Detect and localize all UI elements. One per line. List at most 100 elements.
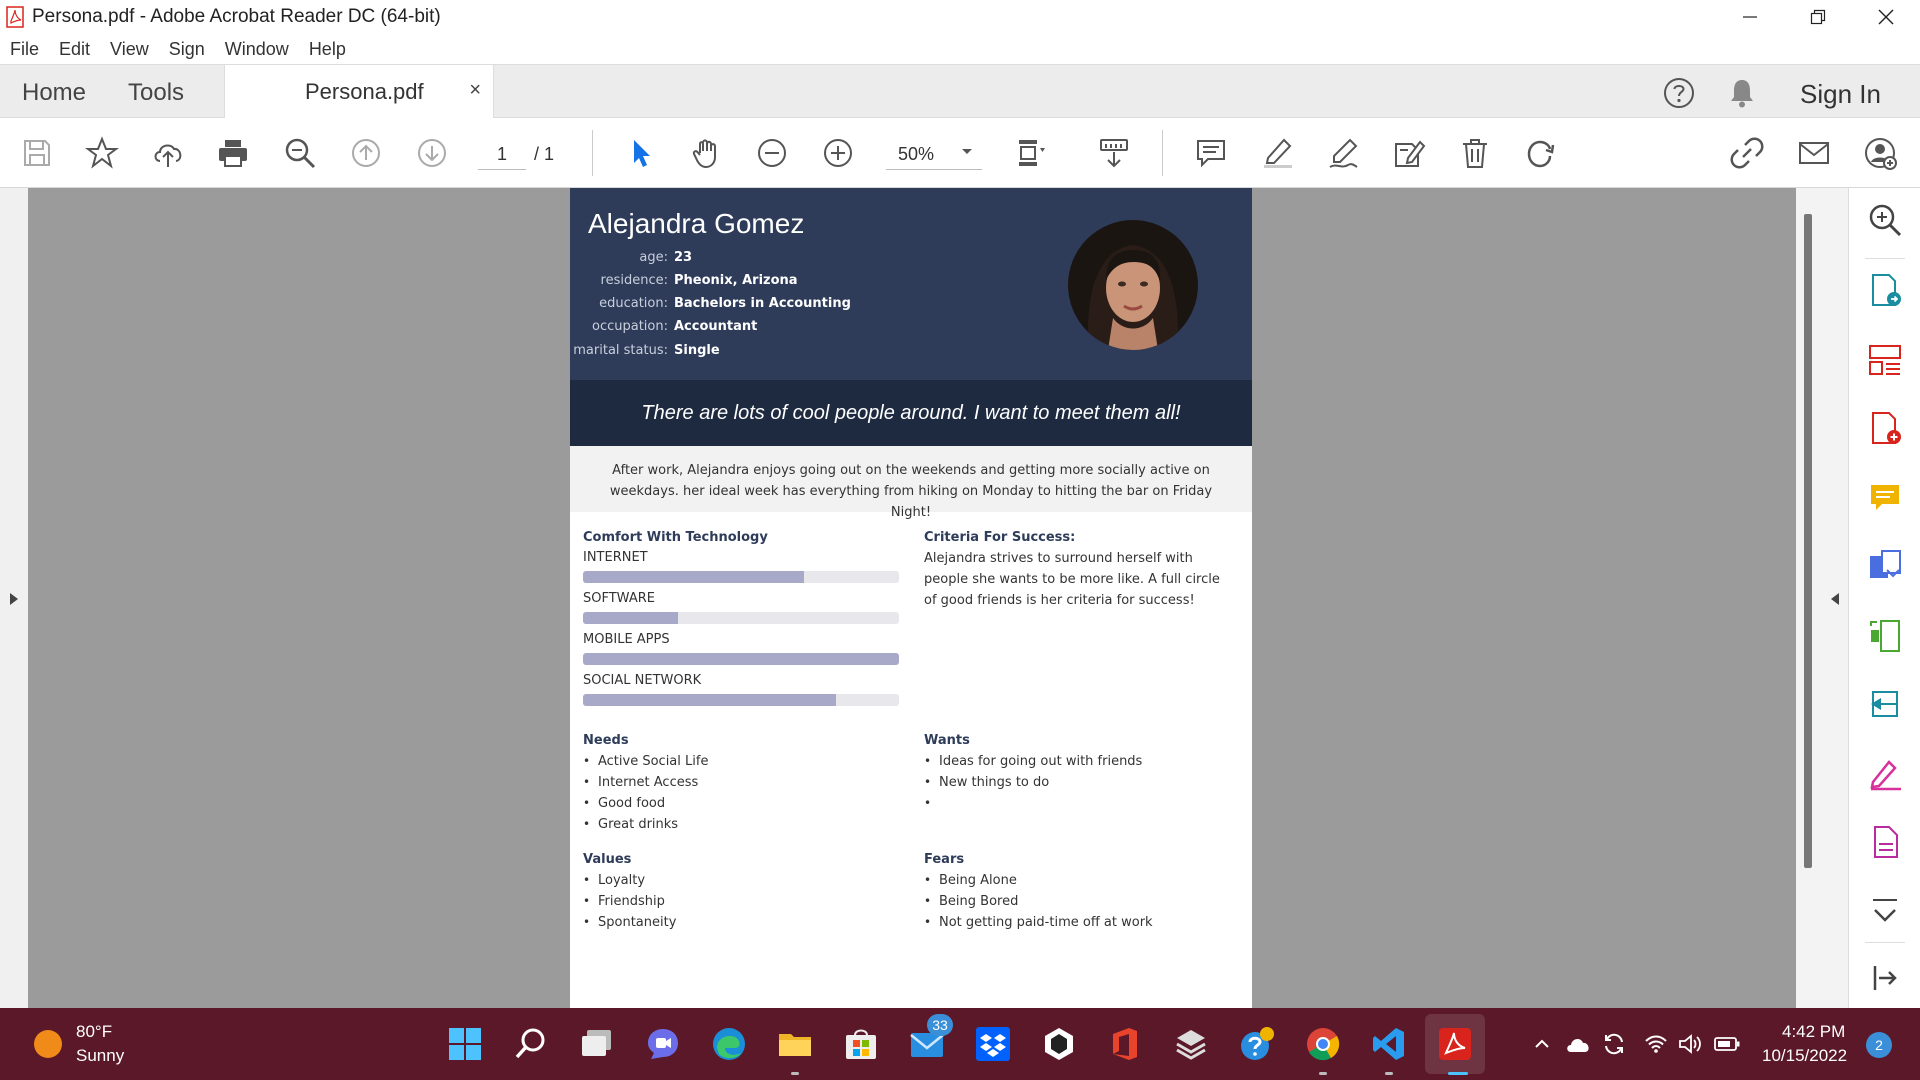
vscode-button[interactable]	[1369, 1024, 1409, 1064]
menu-window[interactable]: Window	[225, 39, 289, 60]
send-for-review-icon[interactable]	[1867, 686, 1903, 722]
chrome-button[interactable]	[1303, 1024, 1343, 1064]
teams-chat-button[interactable]	[643, 1024, 683, 1064]
taskbar-search-button[interactable]	[511, 1024, 551, 1064]
delete-button[interactable]	[1455, 133, 1495, 173]
file-explorer-button[interactable]	[775, 1024, 815, 1064]
combine-files-icon[interactable]	[1867, 548, 1903, 584]
bookmark-button[interactable]	[82, 133, 122, 173]
compress-pdf-icon[interactable]	[1867, 618, 1903, 654]
tab-document[interactable]: Persona.pdf ×	[224, 65, 494, 119]
battery-tray[interactable]	[1713, 1030, 1741, 1058]
comment-button[interactable]	[1191, 133, 1231, 173]
comment-tool-icon[interactable]	[1867, 480, 1903, 516]
field-value: Pheonix, Arizona	[674, 273, 798, 288]
folder-icon	[779, 1034, 811, 1056]
rotate-button[interactable]	[1520, 133, 1560, 173]
speaker-icon	[1679, 1034, 1701, 1054]
page-number-input[interactable]: 1	[478, 138, 526, 170]
tab-home[interactable]: Home	[22, 79, 86, 107]
edge-button[interactable]	[709, 1024, 749, 1064]
share-link-button[interactable]	[1727, 133, 1767, 173]
zoom-in-button[interactable]	[818, 133, 858, 173]
start-button[interactable]	[445, 1024, 485, 1064]
edit-text-button[interactable]	[1389, 133, 1429, 173]
skill-bar-fill	[583, 694, 836, 706]
draw-button[interactable]	[1323, 133, 1363, 173]
restore-icon	[1810, 9, 1826, 25]
app-button[interactable]	[1171, 1024, 1211, 1064]
sign-in-button[interactable]: Sign In	[1800, 79, 1881, 110]
fit-page-button[interactable]	[1012, 133, 1052, 173]
fill-sign-icon[interactable]	[1867, 756, 1903, 792]
acrobat-icon	[1439, 1028, 1471, 1060]
export-pdf-icon[interactable]	[1867, 272, 1903, 308]
wifi-tray[interactable]	[1642, 1030, 1670, 1058]
office-button[interactable]	[1105, 1024, 1145, 1064]
tab-tools[interactable]: Tools	[128, 79, 184, 107]
highlight-button[interactable]	[1257, 133, 1297, 173]
onedrive-tray[interactable]	[1564, 1030, 1592, 1058]
unity-hub-button[interactable]	[1039, 1024, 1079, 1064]
upload-button[interactable]	[148, 133, 188, 173]
weather-sun-icon[interactable]	[34, 1030, 62, 1058]
print-button[interactable]	[213, 133, 253, 173]
task-view-button[interactable]	[577, 1024, 617, 1064]
pdf-page: Alejandra Gomez age: 23 residence: Pheon…	[570, 188, 1252, 1008]
menu-help[interactable]: Help	[309, 39, 346, 60]
skill-bar-fill	[583, 653, 899, 665]
expand-left-panel-icon[interactable]	[7, 592, 21, 606]
restore-button[interactable]	[1784, 0, 1852, 34]
zoom-level-dropdown[interactable]: 50%	[886, 138, 982, 170]
close-tab-button[interactable]: ×	[469, 79, 481, 102]
scroll-mode-button[interactable]	[1094, 133, 1134, 173]
notification-bell-icon[interactable]	[1727, 77, 1757, 109]
menu-view[interactable]: View	[110, 39, 149, 60]
collapse-pane-icon[interactable]	[1867, 960, 1903, 996]
weather-temperature[interactable]: 80°F	[76, 1022, 112, 1042]
clock-time[interactable]: 4:42 PM	[1782, 1022, 1845, 1042]
select-tool-button[interactable]	[622, 133, 662, 173]
find-button[interactable]	[280, 133, 320, 173]
protect-document-icon[interactable]	[1867, 824, 1903, 860]
microsoft-store-button[interactable]	[841, 1024, 881, 1064]
hand-tool-button[interactable]	[687, 133, 727, 173]
save-button[interactable]	[17, 133, 57, 173]
acrobat-taskbar-button[interactable]	[1435, 1024, 1475, 1064]
mail-unread-badge: 33	[927, 1014, 953, 1036]
weather-condition[interactable]: Sunny	[76, 1046, 124, 1066]
menu-sign[interactable]: Sign	[169, 39, 205, 60]
close-window-button[interactable]	[1852, 0, 1920, 34]
list-item: Great drinks	[583, 814, 708, 835]
zoom-out-button[interactable]	[752, 133, 792, 173]
menu-file[interactable]: File	[10, 39, 39, 60]
menu-edit[interactable]: Edit	[59, 39, 90, 60]
sync-tray[interactable]	[1600, 1030, 1628, 1058]
vertical-scrollbar[interactable]	[1796, 188, 1820, 1008]
list-item: Being Bored	[924, 891, 1153, 912]
search-zoom-icon[interactable]	[1867, 202, 1903, 238]
volume-tray[interactable]	[1676, 1030, 1704, 1058]
get-help-button[interactable]	[1237, 1024, 1277, 1064]
minimize-button[interactable]	[1716, 0, 1784, 34]
persona-quote: There are lots of cool people around. I …	[570, 380, 1252, 446]
next-page-button[interactable]	[412, 133, 452, 173]
persona-field: occupation: Accountant	[570, 319, 940, 339]
scrollbar-thumb[interactable]	[1804, 214, 1812, 868]
email-button[interactable]	[1794, 133, 1834, 173]
chevron-down-icon[interactable]	[1867, 894, 1903, 930]
toolbar-divider	[1162, 130, 1163, 176]
notification-count-badge[interactable]: 2	[1866, 1032, 1892, 1058]
right-panel-toggle-strip	[1820, 188, 1848, 1008]
organize-pages-icon[interactable]	[1867, 342, 1903, 378]
add-user-button[interactable]	[1860, 133, 1900, 173]
help-icon[interactable]	[1663, 77, 1695, 109]
previous-page-button[interactable]	[346, 133, 386, 173]
left-panel-strip	[0, 188, 28, 1008]
create-pdf-icon[interactable]	[1867, 410, 1903, 446]
dropbox-button[interactable]	[973, 1024, 1013, 1064]
clock-date[interactable]: 10/15/2022	[1762, 1046, 1847, 1066]
field-label: occupation:	[592, 319, 668, 334]
show-hidden-icons-button[interactable]	[1528, 1030, 1556, 1058]
collapse-right-panel-icon[interactable]	[1829, 592, 1841, 611]
